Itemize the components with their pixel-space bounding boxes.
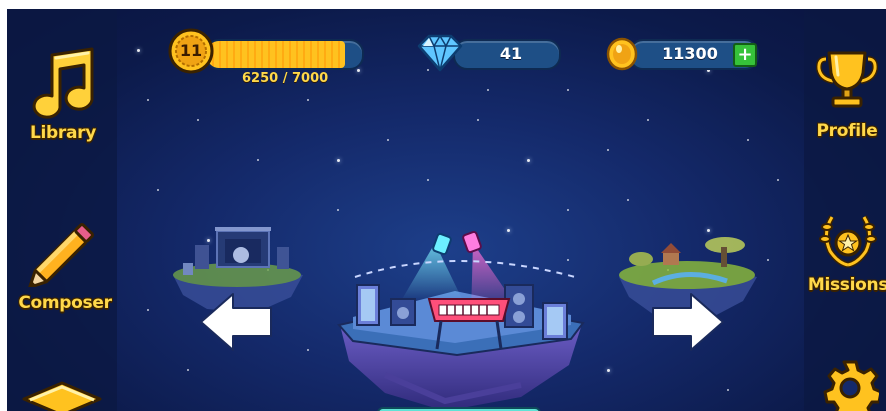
- star-decoration: [777, 179, 779, 181]
- profile-button[interactable]: Profile: [807, 49, 886, 141]
- star-decoration: [747, 139, 749, 141]
- play-button[interactable]: [377, 407, 541, 411]
- star-decoration: [387, 139, 389, 141]
- next-stage-arrow[interactable]: [649, 290, 727, 354]
- profile-label: Profile: [816, 121, 878, 141]
- add-coins-button[interactable]: +: [733, 43, 757, 67]
- trophy-icon: [815, 51, 879, 108]
- missions-button[interactable]: Missions: [807, 207, 886, 295]
- star-decoration: [257, 159, 259, 161]
- star-decoration: [307, 99, 309, 101]
- coins-count: 11300: [662, 44, 718, 63]
- star-decoration: [647, 119, 649, 121]
- star-decoration: [337, 209, 339, 211]
- previous-stage-arrow[interactable]: [197, 290, 275, 354]
- star-decoration: [487, 89, 489, 91]
- star-decoration: [627, 199, 629, 201]
- star-decoration: [607, 149, 609, 151]
- star-decoration: [567, 89, 569, 91]
- composer-button[interactable]: Composer: [13, 217, 117, 313]
- star-decoration: [147, 309, 149, 311]
- star-decoration: [187, 369, 189, 371]
- missions-label: Missions: [807, 275, 886, 295]
- xp-bar-fill: [207, 41, 346, 68]
- star-decoration: [607, 369, 610, 372]
- library-label: Library: [29, 123, 97, 143]
- library-button[interactable]: Library: [13, 47, 113, 143]
- xp-text: 6250 / 7000: [242, 71, 329, 86]
- music-note-icon: [32, 47, 94, 119]
- pencil-icon: [28, 223, 94, 289]
- synthesizer-stage-island[interactable]: [325, 225, 597, 411]
- star-decoration: [427, 179, 429, 181]
- diamond-icon: [417, 34, 463, 72]
- laurel-star-icon: [819, 215, 877, 268]
- level-badge: 11: [168, 28, 214, 74]
- star-decoration: [767, 259, 769, 261]
- star-decoration: [567, 209, 569, 211]
- star-decoration: [147, 99, 149, 101]
- gems-count: 41: [499, 44, 523, 63]
- learn-button[interactable]: [17, 379, 107, 411]
- graduation-cap-icon: [22, 381, 102, 411]
- coin-icon: [606, 37, 638, 71]
- star-decoration: [477, 119, 479, 121]
- gear-icon: [823, 360, 883, 411]
- game-screen: Library Composer Profile Missions 11 625…: [7, 9, 886, 411]
- composer-label: Composer: [18, 293, 112, 313]
- settings-button[interactable]: [815, 359, 885, 411]
- star-decoration: [357, 69, 360, 72]
- gems-counter: 41: [453, 39, 561, 70]
- star-decoration: [337, 159, 340, 162]
- star-decoration: [157, 189, 159, 191]
- star-decoration: [527, 159, 530, 162]
- star-decoration: [137, 49, 140, 52]
- star-decoration: [727, 389, 729, 391]
- star-decoration: [307, 349, 309, 351]
- xp-bar: [205, 39, 364, 70]
- star-decoration: [197, 119, 199, 121]
- level-number: 11: [179, 41, 203, 60]
